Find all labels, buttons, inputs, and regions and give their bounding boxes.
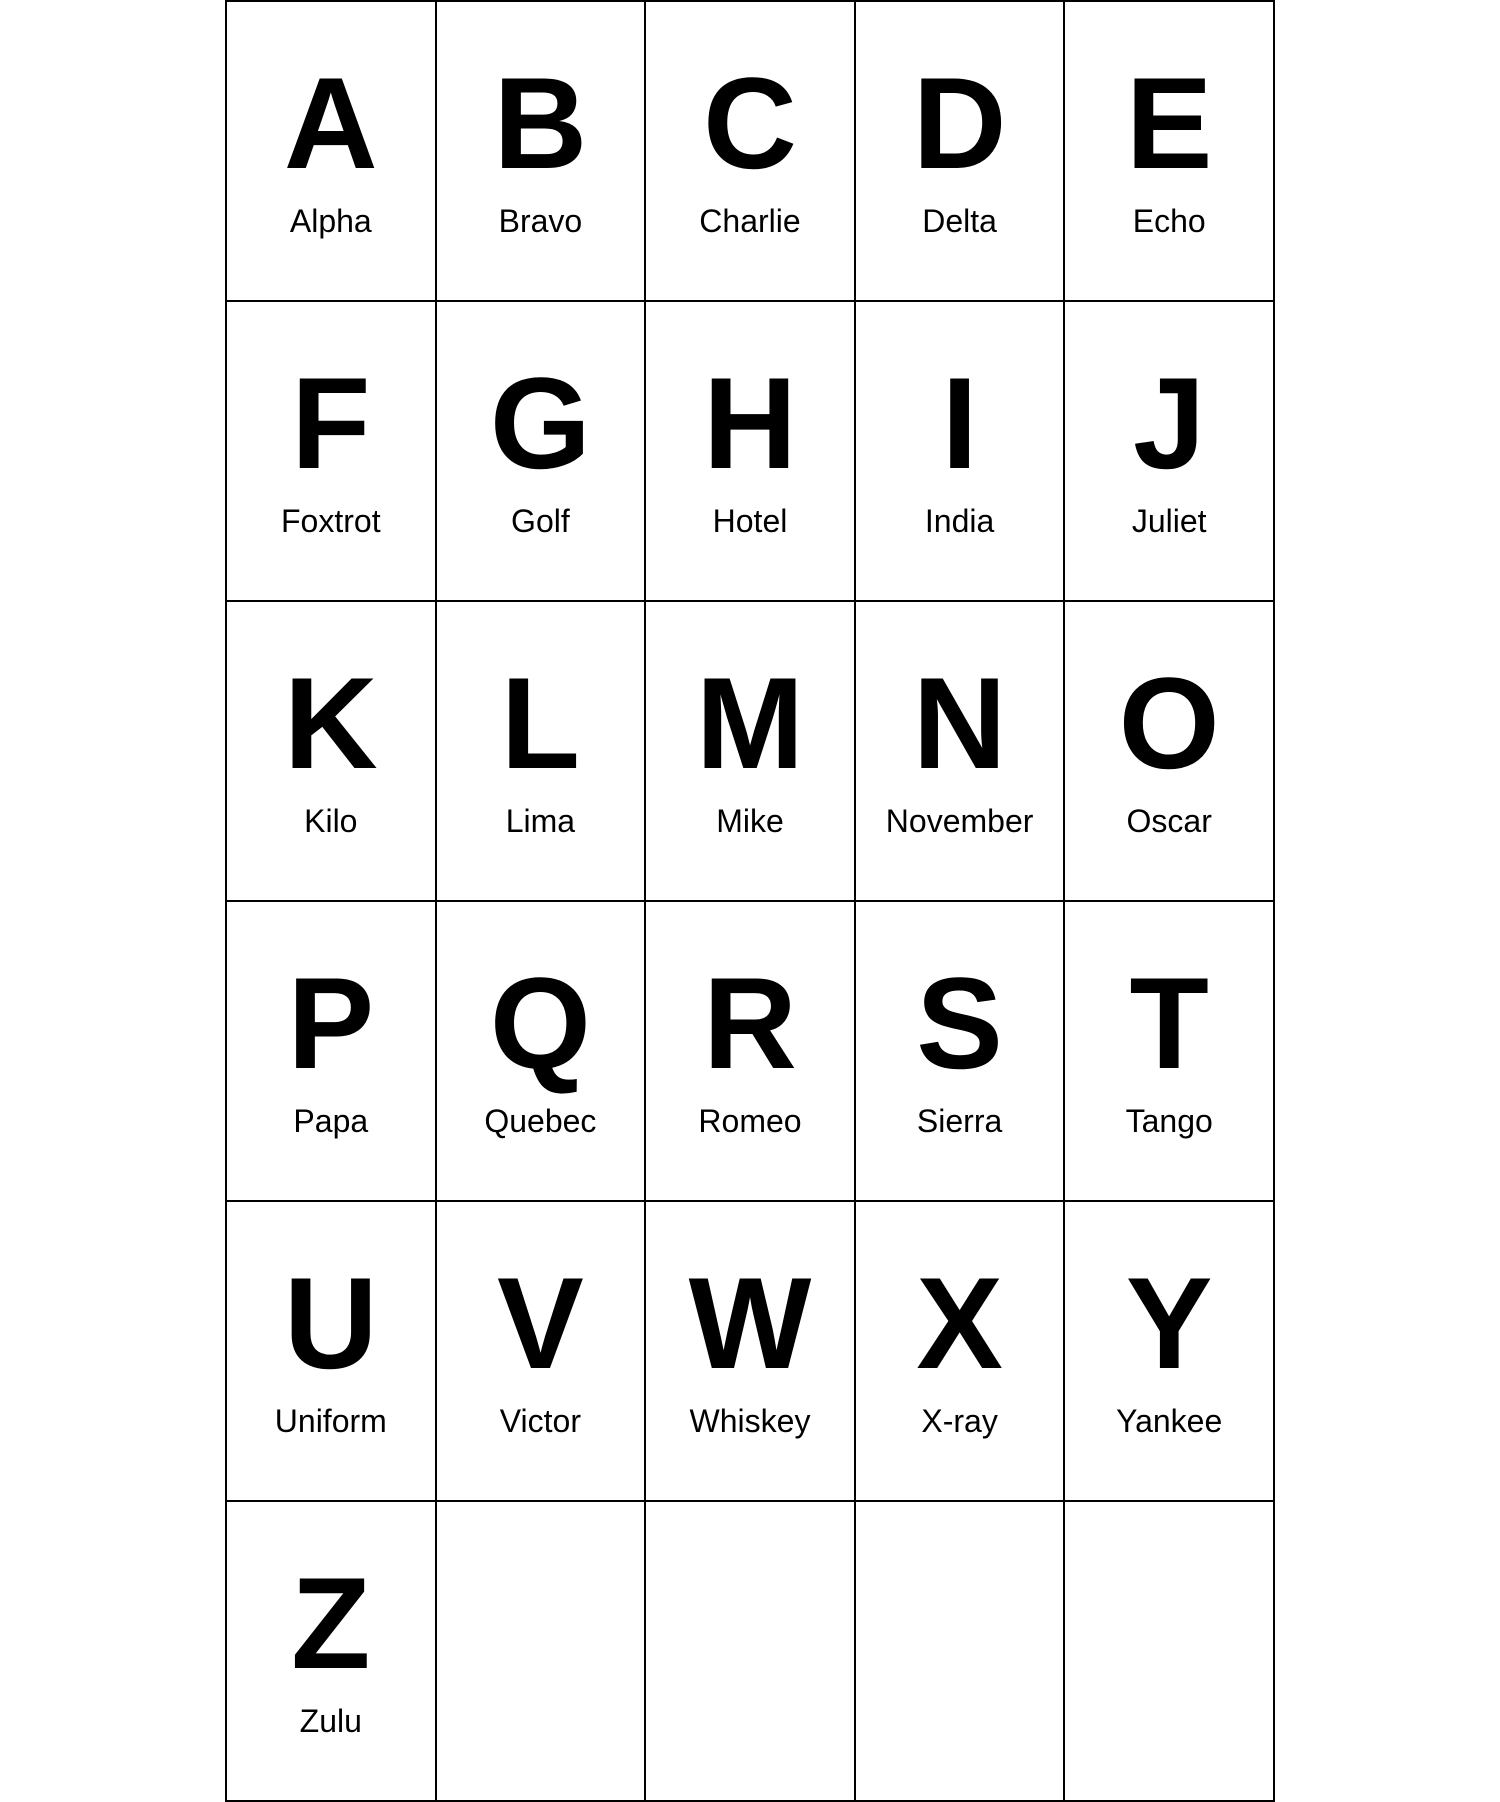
word-november: November: [886, 803, 1034, 840]
letter-d: D: [913, 52, 1007, 195]
word-charlie: Charlie: [699, 203, 800, 240]
letter-n: N: [913, 652, 1007, 795]
cell-s: S Sierra: [856, 902, 1066, 1202]
word-zulu: Zulu: [300, 1703, 362, 1740]
cell-y: Y Yankee: [1065, 1202, 1275, 1502]
word-victor: Victor: [500, 1403, 581, 1440]
cell-o: O Oscar: [1065, 602, 1275, 902]
cell-r: R Romeo: [646, 902, 856, 1202]
letter-s: S: [916, 952, 1003, 1095]
letter-l: L: [501, 652, 580, 795]
cell-g: G Golf: [437, 302, 647, 602]
letter-q: Q: [490, 952, 591, 1095]
letter-w: W: [689, 1252, 812, 1395]
letter-m: M: [696, 652, 804, 795]
letter-c: C: [703, 52, 797, 195]
word-echo: Echo: [1133, 203, 1206, 240]
letter-e: E: [1126, 52, 1213, 195]
word-whiskey: Whiskey: [690, 1403, 811, 1440]
word-alpha: Alpha: [290, 203, 372, 240]
cell-p: P Papa: [227, 902, 437, 1202]
cell-t: T Tango: [1065, 902, 1275, 1202]
letter-u: U: [284, 1252, 378, 1395]
word-mike: Mike: [716, 803, 784, 840]
word-india: India: [925, 503, 994, 540]
empty-cell-4: [1065, 1502, 1275, 1802]
letter-y: Y: [1126, 1252, 1213, 1395]
letter-z: Z: [291, 1552, 370, 1695]
cell-u: U Uniform: [227, 1202, 437, 1502]
word-lima: Lima: [506, 803, 575, 840]
word-quebec: Quebec: [484, 1103, 596, 1140]
cell-z: Z Zulu: [227, 1502, 437, 1802]
word-foxtrot: Foxtrot: [281, 503, 381, 540]
cell-w: W Whiskey: [646, 1202, 856, 1502]
cell-q: Q Quebec: [437, 902, 647, 1202]
cell-b: B Bravo: [437, 2, 647, 302]
letter-o: O: [1119, 652, 1220, 795]
empty-cell-1: [437, 1502, 647, 1802]
letter-j: J: [1133, 352, 1205, 495]
word-papa: Papa: [293, 1103, 368, 1140]
cell-e: E Echo: [1065, 2, 1275, 302]
cell-x: X X-ray: [856, 1202, 1066, 1502]
letter-v: V: [497, 1252, 584, 1395]
cell-d: D Delta: [856, 2, 1066, 302]
word-bravo: Bravo: [499, 203, 583, 240]
cell-f: F Foxtrot: [227, 302, 437, 602]
cell-j: J Juliet: [1065, 302, 1275, 602]
letter-t: T: [1129, 952, 1208, 1095]
cell-c: C Charlie: [646, 2, 856, 302]
letter-k: K: [284, 652, 378, 795]
cell-n: N November: [856, 602, 1066, 902]
empty-cell-2: [646, 1502, 856, 1802]
word-romeo: Romeo: [698, 1103, 801, 1140]
cell-h: H Hotel: [646, 302, 856, 602]
empty-cell-3: [856, 1502, 1066, 1802]
letter-f: F: [291, 352, 370, 495]
letter-x: X: [916, 1252, 1003, 1395]
letter-a: A: [284, 52, 378, 195]
letter-h: H: [703, 352, 797, 495]
word-juliet: Juliet: [1132, 503, 1207, 540]
word-xray: X-ray: [921, 1403, 997, 1440]
letter-r: R: [703, 952, 797, 1095]
letter-i: I: [942, 352, 978, 495]
word-yankee: Yankee: [1116, 1403, 1222, 1440]
cell-v: V Victor: [437, 1202, 647, 1502]
phonetic-alphabet-grid: A Alpha B Bravo C Charlie D Delta E Echo F Foxtrot G…: [225, 0, 1275, 1802]
letter-g: G: [490, 352, 591, 495]
word-oscar: Oscar: [1127, 803, 1212, 840]
word-delta: Delta: [922, 203, 997, 240]
word-uniform: Uniform: [275, 1403, 387, 1440]
cell-k: K Kilo: [227, 602, 437, 902]
word-sierra: Sierra: [917, 1103, 1002, 1140]
letter-p: P: [287, 952, 374, 1095]
cell-a: A Alpha: [227, 2, 437, 302]
cell-m: M Mike: [646, 602, 856, 902]
word-kilo: Kilo: [304, 803, 357, 840]
cell-l: L Lima: [437, 602, 647, 902]
word-hotel: Hotel: [713, 503, 788, 540]
word-golf: Golf: [511, 503, 570, 540]
cell-i: I India: [856, 302, 1066, 602]
word-tango: Tango: [1126, 1103, 1213, 1140]
letter-b: B: [493, 52, 587, 195]
